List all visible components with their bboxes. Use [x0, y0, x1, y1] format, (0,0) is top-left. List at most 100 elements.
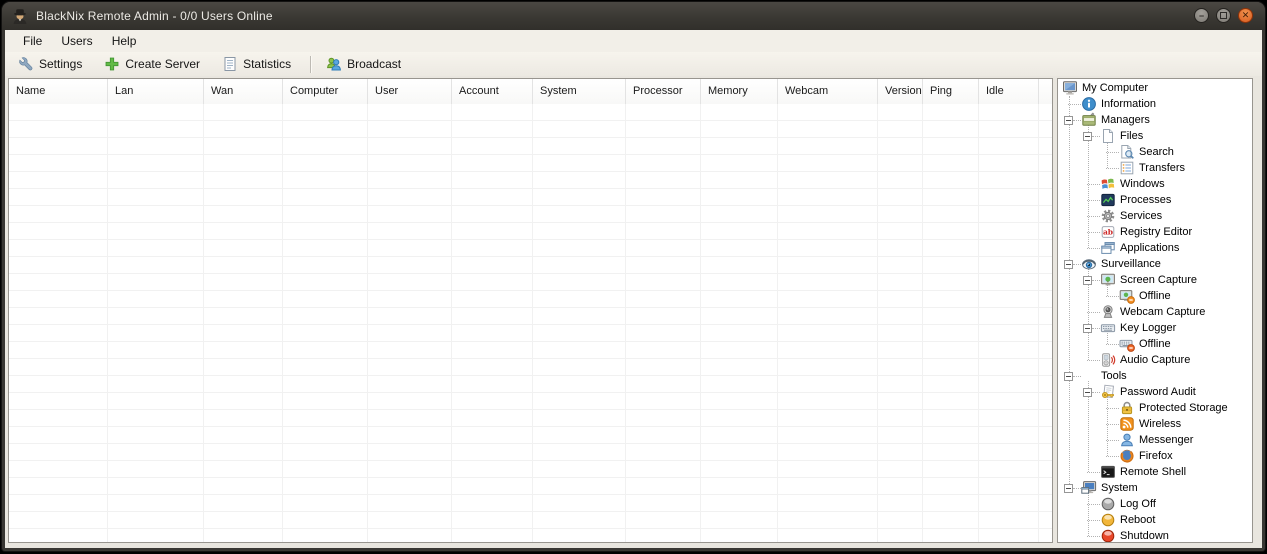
menu-users[interactable]: Users: [53, 32, 100, 50]
tree-item-services[interactable]: Services: [1058, 208, 1252, 224]
tree-item-audio-capture[interactable]: Audio Capture: [1058, 352, 1252, 368]
tree-connector-slot: [1062, 96, 1081, 112]
tree-item-transfers[interactable]: Transfers: [1058, 160, 1252, 176]
column-header-filler: [1039, 79, 1052, 104]
tree-item-tools[interactable]: Tools: [1058, 368, 1252, 384]
collapse-toggle-icon[interactable]: [1064, 116, 1073, 125]
tree-connector-slot: [1081, 304, 1100, 320]
grid-column-line: [877, 104, 878, 542]
tree-item-firefox[interactable]: Firefox: [1058, 448, 1252, 464]
tree-item-reboot[interactable]: Reboot: [1058, 512, 1252, 528]
create-server-button[interactable]: Create Server: [99, 55, 205, 73]
tree-connector-slot: [1100, 160, 1119, 176]
computer-icon: [1062, 80, 1078, 96]
tree-connector-slot: [1081, 512, 1100, 528]
tree-item-screen-capture[interactable]: Screen Capture: [1058, 272, 1252, 288]
maximize-icon: [1220, 12, 1227, 19]
column-header-webcam[interactable]: Webcam: [778, 79, 878, 104]
tree-item-search[interactable]: Search: [1058, 144, 1252, 160]
statistics-button[interactable]: Statistics: [217, 55, 296, 73]
tree-item-registry-editor[interactable]: abRegistry Editor: [1058, 224, 1252, 240]
column-header-memory[interactable]: Memory: [701, 79, 778, 104]
tree-item-label: Surveillance: [1101, 258, 1161, 270]
collapse-toggle-icon[interactable]: [1083, 276, 1092, 285]
tree-item-label: Registry Editor: [1120, 226, 1192, 238]
column-header-idle[interactable]: Idle: [979, 79, 1039, 104]
firefox-icon: [1119, 448, 1135, 464]
tree-item-shutdown[interactable]: Shutdown: [1058, 528, 1252, 543]
tree-item-key-logger[interactable]: Key Logger: [1058, 320, 1252, 336]
tree-item-wireless[interactable]: Wireless: [1058, 416, 1252, 432]
tree-connector-slot: [1100, 144, 1119, 160]
tree-item-managers[interactable]: Managers: [1058, 112, 1252, 128]
tree-item-my-computer[interactable]: My Computer: [1058, 80, 1252, 96]
collapse-toggle-icon[interactable]: [1064, 260, 1073, 269]
tree-expand-slot: [1062, 256, 1081, 272]
minimize-button[interactable]: −: [1194, 8, 1209, 23]
tree-dots: [1087, 184, 1100, 185]
tree-item-applications[interactable]: Applications: [1058, 240, 1252, 256]
screen-offline-icon: [1119, 288, 1135, 304]
collapse-toggle-icon[interactable]: [1083, 388, 1092, 397]
window-controls: − ✕: [1194, 8, 1253, 23]
menu-file[interactable]: File: [15, 32, 50, 50]
collapse-toggle-icon[interactable]: [1083, 132, 1092, 141]
tree-item-label: Tools: [1101, 370, 1127, 382]
tree-item-label: Services: [1120, 210, 1162, 222]
tree-item-webcam-capture[interactable]: Webcam Capture: [1058, 304, 1252, 320]
grid-column-line: [1038, 104, 1039, 542]
broadcast-icon: [326, 56, 342, 72]
broadcast-button[interactable]: Broadcast: [321, 55, 406, 73]
grid-column-line: [282, 104, 283, 542]
collapse-toggle-icon[interactable]: [1064, 372, 1073, 381]
settings-button[interactable]: Settings: [13, 55, 87, 73]
tree-item-remote-shell[interactable]: Remote Shell: [1058, 464, 1252, 480]
column-header-processor[interactable]: Processor: [626, 79, 701, 104]
tree-item-label: Applications: [1120, 242, 1179, 254]
tree-item-system[interactable]: System: [1058, 480, 1252, 496]
column-header-system[interactable]: System: [533, 79, 626, 104]
tree-item-label: Remote Shell: [1120, 466, 1186, 478]
column-header-computer[interactable]: Computer: [283, 79, 368, 104]
menu-bar: FileUsersHelp: [5, 30, 1262, 52]
tree-item-offline[interactable]: Offline: [1058, 288, 1252, 304]
tree-item-label: Messenger: [1139, 434, 1193, 446]
tree-item-processes[interactable]: Processes: [1058, 192, 1252, 208]
column-header-name[interactable]: Name: [9, 79, 108, 104]
tree-connector-slot: [1100, 416, 1119, 432]
tree-item-label: Shutdown: [1120, 530, 1169, 542]
tree-item-log-off[interactable]: Log Off: [1058, 496, 1252, 512]
column-header-version[interactable]: Version: [878, 79, 923, 104]
tree-item-protected-storage[interactable]: Protected Storage: [1058, 400, 1252, 416]
tree-item-offline-1[interactable]: Offline: [1058, 336, 1252, 352]
menu-help[interactable]: Help: [104, 32, 145, 50]
column-header-wan[interactable]: Wan: [204, 79, 283, 104]
tree-dots: [1073, 488, 1081, 489]
tree-connector-slot: [1100, 400, 1119, 416]
tree-item-information[interactable]: Information: [1058, 96, 1252, 112]
column-header-user[interactable]: User: [368, 79, 452, 104]
tree-item-label: Key Logger: [1120, 322, 1176, 334]
tree-item-label: Firefox: [1139, 450, 1173, 462]
column-header-account[interactable]: Account: [452, 79, 533, 104]
grid-column-line: [777, 104, 778, 542]
grid-column-line: [625, 104, 626, 542]
tree-item-messenger[interactable]: Messenger: [1058, 432, 1252, 448]
collapse-toggle-icon[interactable]: [1064, 484, 1073, 493]
tree-item-surveillance[interactable]: Surveillance: [1058, 256, 1252, 272]
grid-column-line: [107, 104, 108, 542]
column-header-lan[interactable]: Lan: [108, 79, 204, 104]
tree-item-label: Windows: [1120, 178, 1165, 190]
close-button[interactable]: ✕: [1238, 8, 1253, 23]
tree-item-label: Protected Storage: [1139, 402, 1228, 414]
tree-dots: [1106, 152, 1119, 153]
tree-item-windows[interactable]: Windows: [1058, 176, 1252, 192]
tree-dots: [1092, 136, 1100, 137]
collapse-toggle-icon[interactable]: [1083, 324, 1092, 333]
column-header-ping[interactable]: Ping: [923, 79, 979, 104]
tree-item-password-audit[interactable]: Password Audit: [1058, 384, 1252, 400]
app-window: BlackNix Remote Admin - 0/0 Users Online…: [2, 2, 1265, 551]
maximize-button[interactable]: [1216, 8, 1231, 23]
grid-column-line: [532, 104, 533, 542]
tree-item-files[interactable]: Files: [1058, 128, 1252, 144]
